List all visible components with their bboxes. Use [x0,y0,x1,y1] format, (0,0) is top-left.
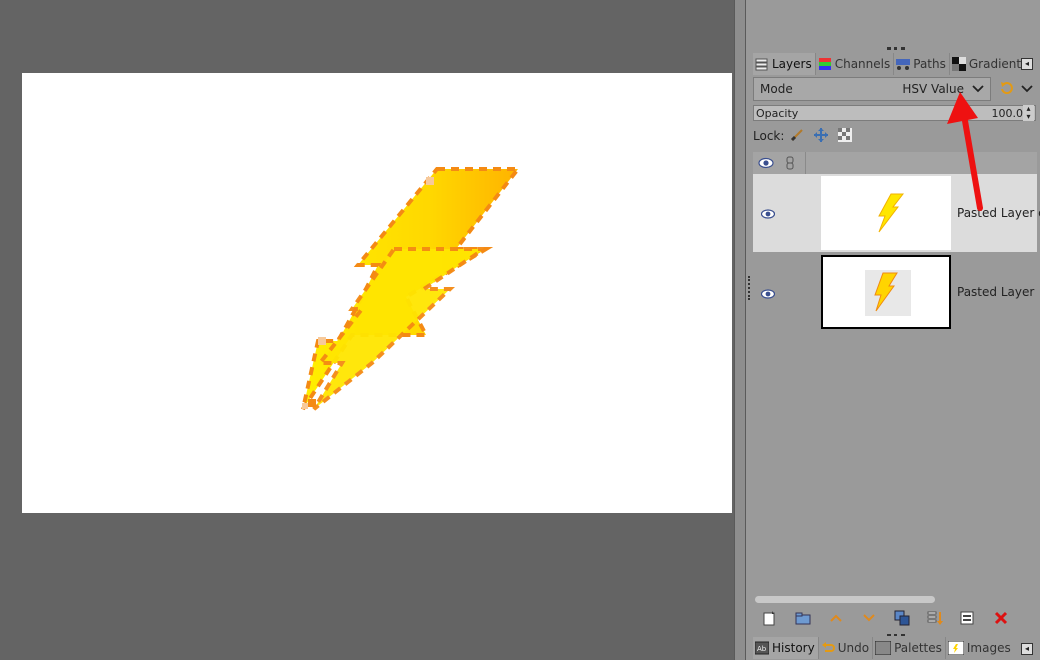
layer-row[interactable]: Pasted Layer c [753,174,1040,252]
lock-alpha-icon[interactable] [838,127,853,145]
tab-menu-icon: ◂ [1021,58,1033,70]
lock-position-icon[interactable] [814,127,829,145]
mode-options-chevron-icon[interactable] [1021,82,1033,96]
tab-paths[interactable]: Paths [894,53,950,75]
layers-toolbar [753,606,1037,634]
layers-icon [755,57,769,71]
history-icon: Ab [754,641,770,655]
mode-extra-controls [995,77,1037,101]
tab-palettes-label: Palettes [894,641,942,655]
tab-layers[interactable]: Layers [753,53,816,75]
tab-undo-label: Undo [837,641,870,655]
layer-row[interactable]: Pasted Layer [753,253,1037,331]
duplicate-layer-icon [894,610,910,630]
layers-horizontal-scrollbar[interactable] [753,594,1037,606]
tab-history-label: History [772,641,815,655]
tab-images-label: Images [966,641,1011,655]
dock-resize-handle[interactable] [746,0,753,660]
raise-layer-button[interactable] [819,607,852,633]
layer-thumbnail [821,255,951,329]
lock-row: Lock: [753,126,1037,146]
anchor-layer-icon [927,610,943,630]
tab-gradients-label: Gradients [968,57,1028,71]
lower-layer-icon [861,610,877,630]
dock-top-empty [753,0,1040,50]
paths-icon [896,57,911,71]
delete-layer-icon [993,610,1009,630]
raise-layer-icon [828,610,844,630]
layer-thumbnail [821,176,951,250]
layers-tab-bar: Layers Channels Paths Gradients [753,52,1040,76]
layer-visibility-eye-icon[interactable] [760,288,776,299]
tab-gradients[interactable]: Gradients [950,53,1030,75]
add-mask-button[interactable] [951,607,984,633]
images-icon [947,640,965,656]
chain-header-icon[interactable] [785,156,795,173]
opacity-spin-buttons[interactable]: ▴ ▾ [1023,105,1034,121]
new-layer-group-button[interactable] [786,607,819,633]
configure-tab-button[interactable]: ◂ [1021,58,1033,70]
opacity-value: 100.0 [991,106,1024,120]
tab-palettes[interactable]: Palettes [873,637,946,659]
lightning-bolt-image [301,167,523,411]
layers-list-header [753,152,1037,174]
mask-icon [960,610,976,630]
gradients-icon [951,57,966,71]
new-layer-icon [762,610,778,630]
lock-pixels-icon[interactable] [790,128,804,145]
tab-images[interactable]: Images [946,637,1014,659]
red-annotation-arrow [947,92,983,211]
bottom-tab-bar: Ab History Undo Palettes Images [753,636,1040,660]
layers-list[interactable]: Pasted Layer c Pasted Layer [753,174,1040,594]
image-canvas[interactable] [22,73,732,513]
channels-icon [818,57,832,71]
opacity-slider[interactable]: Opacity 100.0 [753,105,1036,121]
palettes-icon [874,640,892,656]
canvas-area[interactable] [0,0,734,660]
layer-visibility-eye-icon[interactable] [760,208,776,219]
mode-label: Mode [760,82,793,96]
new-layer-button[interactable] [753,607,786,633]
layers-dock: Layers Channels Paths Gradients ◂ Mode H… [753,0,1040,660]
pane-separator[interactable] [734,0,746,660]
undo-icon [821,641,835,655]
delete-layer-button[interactable] [984,607,1017,633]
svg-text:Ab: Ab [757,645,767,653]
tab-undo[interactable]: Undo [819,637,874,659]
tab-channels-label: Channels [834,57,891,71]
bottom-configure-tab-button[interactable]: ◂ [1021,643,1033,655]
anchor-layer-button[interactable] [918,607,951,633]
lock-label: Lock: [753,129,785,143]
visibility-header-icon[interactable] [758,157,774,172]
new-layer-group-icon [795,610,811,630]
tab-layers-label: Layers [772,57,812,71]
bottom-tab-menu-icon: ◂ [1021,643,1033,655]
layer-name[interactable]: Pasted Layer [957,285,1034,299]
tab-channels[interactable]: Channels [816,53,895,75]
tab-paths-label: Paths [913,57,946,71]
duplicate-layer-button[interactable] [885,607,918,633]
reset-mode-icon[interactable] [999,81,1013,98]
lower-layer-button[interactable] [852,607,885,633]
scrollbar-thumb[interactable] [755,596,935,603]
tab-history[interactable]: Ab History [753,637,819,659]
